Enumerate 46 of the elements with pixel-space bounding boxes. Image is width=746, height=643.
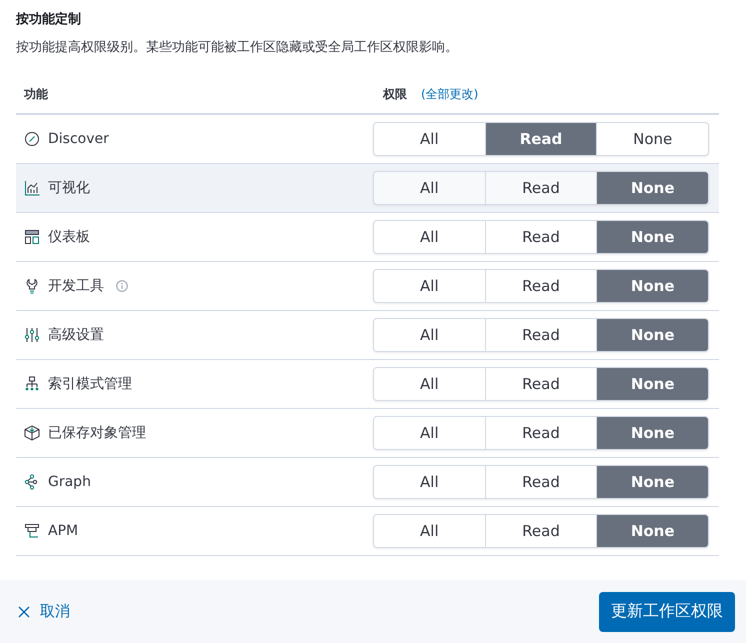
feature-label: 已保存对象管理 xyxy=(48,424,146,442)
compass-icon xyxy=(24,131,40,147)
cancel-button[interactable]: 取消 xyxy=(18,598,70,625)
section-title: 按功能定制 xyxy=(16,10,82,28)
change-all-link[interactable]: (全部更改) xyxy=(421,86,478,103)
feature-label: 索引模式管理 xyxy=(48,375,132,393)
close-icon xyxy=(18,606,30,618)
chart-icon xyxy=(24,180,40,196)
cube-icon xyxy=(24,425,40,441)
privilege-option[interactable]: None xyxy=(596,466,708,498)
privilege-option[interactable]: All xyxy=(374,270,485,302)
apm-icon xyxy=(24,523,40,539)
privilege-option[interactable]: Read xyxy=(484,123,596,155)
privilege-option[interactable]: All xyxy=(374,221,485,253)
feature-label: Discover xyxy=(48,131,109,147)
privilege-option[interactable]: All xyxy=(374,123,485,155)
column-header: 权限 xyxy=(383,86,407,103)
privilege-option[interactable]: All xyxy=(374,319,485,351)
privilege-option[interactable]: All xyxy=(374,515,485,547)
feature-label: APM xyxy=(48,523,78,539)
feature-label: 仪表板 xyxy=(48,228,90,246)
feature-label: 高级设置 xyxy=(48,326,104,344)
column-header: 功能 xyxy=(24,87,48,101)
privilege-option[interactable]: None xyxy=(596,123,708,155)
privilege-option[interactable]: None xyxy=(596,221,708,253)
privilege-option[interactable]: All xyxy=(374,466,485,498)
feature-label: 可视化 xyxy=(48,179,90,197)
privilege-option[interactable]: All xyxy=(374,368,485,400)
privilege-option[interactable]: None xyxy=(596,417,708,449)
privilege-option[interactable]: All xyxy=(374,417,485,449)
privilege-option[interactable]: None xyxy=(596,172,708,204)
privilege-option[interactable]: None xyxy=(596,270,708,302)
dashboard-icon xyxy=(24,229,40,245)
privilege-option[interactable]: None xyxy=(596,368,708,400)
hierarchy-icon xyxy=(24,376,40,392)
sliders-icon xyxy=(24,327,40,343)
privilege-option[interactable]: None xyxy=(596,319,708,351)
update-button[interactable]: 更新工作区权限 xyxy=(599,592,735,632)
section-description: 按功能提高权限级别。某些功能可能被工作区隐藏或受全局工作区权限影响。 xyxy=(16,39,459,56)
privilege-option[interactable]: All xyxy=(374,172,485,204)
privilege-option[interactable]: None xyxy=(596,515,708,547)
graph-icon xyxy=(24,474,40,490)
info-icon[interactable] xyxy=(116,280,128,292)
wrench-icon xyxy=(24,278,40,294)
feature-label: 开发工具 xyxy=(48,277,104,295)
feature-label: Graph xyxy=(48,474,91,490)
